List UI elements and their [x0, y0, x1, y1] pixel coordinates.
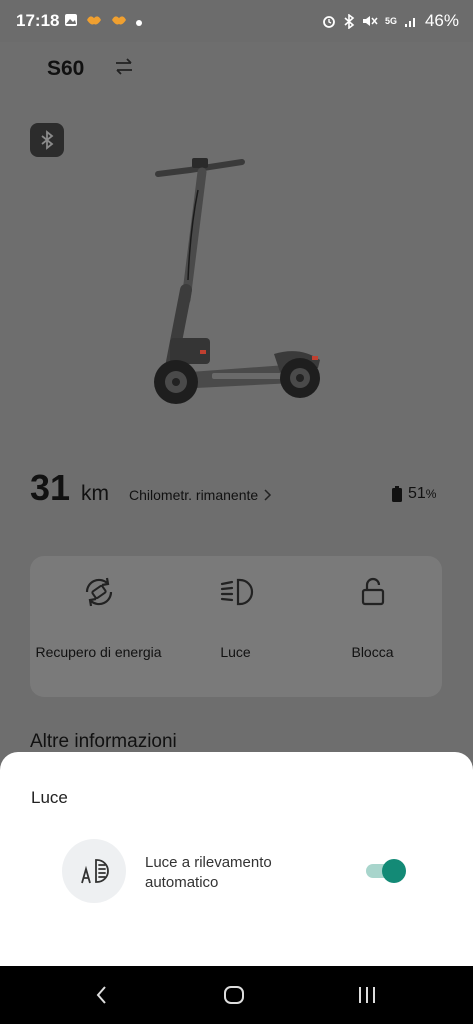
control-label: Recupero di energia: [35, 644, 162, 660]
status-left-icons: [64, 12, 143, 32]
battery-unit: %: [425, 487, 437, 501]
signal-icon: [404, 18, 415, 27]
control-label: Blocca: [351, 644, 394, 660]
bluetooth-status-badge[interactable]: [30, 123, 64, 157]
range-label-link[interactable]: Chilometr. rimanente: [129, 487, 272, 503]
scooter-battery: 51%: [392, 485, 436, 503]
system-nav-bar: [0, 966, 473, 1024]
unlock-icon: [355, 574, 391, 610]
chevron-right-icon: [264, 489, 272, 501]
energy-recovery-icon: [81, 574, 117, 610]
status-right-icons: 5G 46%: [322, 11, 459, 31]
range-value: 31: [30, 467, 71, 508]
range-label: Chilometr. rimanente: [129, 487, 259, 503]
5g-icon: 5G: [384, 16, 397, 26]
more-info-heading: Altre informazioni: [30, 731, 177, 752]
mute-icon: [362, 16, 378, 26]
app-notification-icon: [85, 12, 103, 32]
auto-light-toggle[interactable]: [366, 858, 408, 883]
device-name[interactable]: S60: [47, 57, 84, 81]
bluetooth-icon: [344, 13, 355, 29]
energy-recovery-button[interactable]: Recupero di energia: [30, 556, 167, 697]
battery-percentage: 46%: [424, 11, 459, 30]
app-notification-icon: [110, 12, 128, 32]
home-icon[interactable]: [222, 983, 246, 1007]
recents-icon[interactable]: [355, 983, 379, 1007]
swap-arrows-icon[interactable]: [112, 55, 136, 79]
lock-button[interactable]: Blocca: [304, 556, 441, 697]
battery-icon: [392, 486, 402, 502]
back-icon[interactable]: [90, 983, 114, 1007]
status-time: 17:18: [16, 11, 60, 30]
sheet-title: Luce: [31, 788, 68, 807]
toggle-knob: [382, 859, 406, 883]
light-bottom-sheet: Luce Luce a rilevamento automatico: [0, 752, 473, 966]
controls-card: Recupero di energia Luce Blocca: [30, 556, 442, 697]
status-bar: 17:18 5G 46%: [0, 0, 473, 42]
auto-headlight-icon: [62, 839, 126, 903]
range-unit: km: [81, 482, 109, 505]
gallery-icon: [64, 12, 78, 32]
dot-icon: [135, 12, 143, 32]
auto-light-label: Luce a rilevamento automatico: [145, 854, 272, 891]
scooter-image: [150, 150, 330, 412]
alarm-icon: [323, 16, 335, 28]
control-label: Luce: [220, 644, 251, 660]
light-button[interactable]: Luce: [167, 556, 304, 697]
headlight-icon: [218, 574, 254, 610]
battery-value: 51: [408, 485, 426, 502]
bluetooth-icon: [41, 130, 54, 150]
